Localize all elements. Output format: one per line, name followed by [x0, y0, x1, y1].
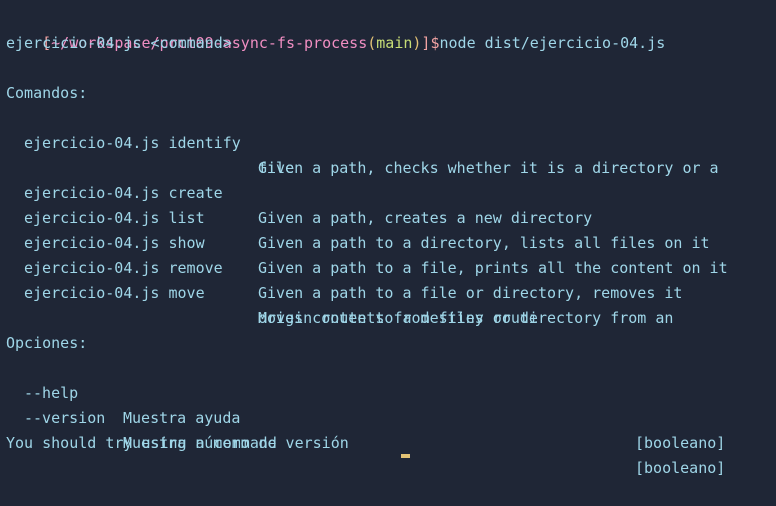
command-desc: Given a path to a file, prints all the c… [258, 259, 728, 277]
option-desc: Muestra ayuda [123, 409, 241, 427]
prompt-branch: main [376, 34, 413, 52]
option-row: --version Muestra número de versión [boo… [6, 381, 725, 477]
prompt-paren-open: ( [367, 34, 377, 52]
command-desc: Given a path, creates a new directory [258, 209, 593, 227]
command-row: ejercicio-04.js list Given a path to a d… [6, 181, 710, 252]
prompt-command: node dist/ejercicio-04.js [439, 34, 666, 52]
command-row: ejercicio-04.js remove Given a path to a… [6, 231, 682, 302]
option-type: [booleano] [635, 434, 726, 452]
command-desc: Given a path to a directory, lists all f… [258, 234, 710, 252]
usage-line: ejercicio-04.js <command> [6, 34, 232, 52]
command-desc: Given a path to a file or directory, rem… [258, 284, 683, 302]
option-flag: --version [24, 409, 106, 427]
option-row: --help Muestra ayuda [booleano] [6, 356, 725, 452]
command-row-continuation: file [6, 131, 294, 177]
option-type: [booleano] [635, 459, 726, 477]
command-row: ejercicio-04.js move Moves contents from… [6, 256, 673, 327]
prompt-line: [~/workspace/prct09-async-fs-process(mai… [6, 6, 665, 52]
commands-heading: Comandos: [6, 84, 88, 102]
error-message: You should try using a command [6, 434, 277, 452]
command-name: ejercicio-04.js identify [24, 134, 241, 152]
command-row: ejercicio-04.js create Given a path, cre… [6, 156, 592, 227]
command-name: ejercicio-04.js show [24, 234, 205, 252]
command-row: ejercicio-04.js show Given a path to a f… [6, 206, 728, 277]
command-name: ejercicio-04.js remove [24, 259, 223, 277]
terminal-cursor [401, 454, 410, 458]
command-name: ejercicio-04.js move [24, 284, 205, 302]
command-desc-cont: origin route to a destiny route [258, 309, 538, 327]
options-heading: Opciones: [6, 334, 88, 352]
command-row-continuation: origin route to a destiny route [6, 281, 538, 327]
command-desc: Given a path, checks whether it is a dir… [258, 159, 719, 177]
command-name: ejercicio-04.js create [24, 184, 223, 202]
command-name: ejercicio-04.js list [24, 209, 205, 227]
terminal-window[interactable]: [~/workspace/prct09-async-fs-process(mai… [0, 0, 776, 477]
command-desc-cont: file [258, 159, 295, 177]
command-row: ejercicio-04.js identify Given a path, c… [6, 106, 719, 177]
